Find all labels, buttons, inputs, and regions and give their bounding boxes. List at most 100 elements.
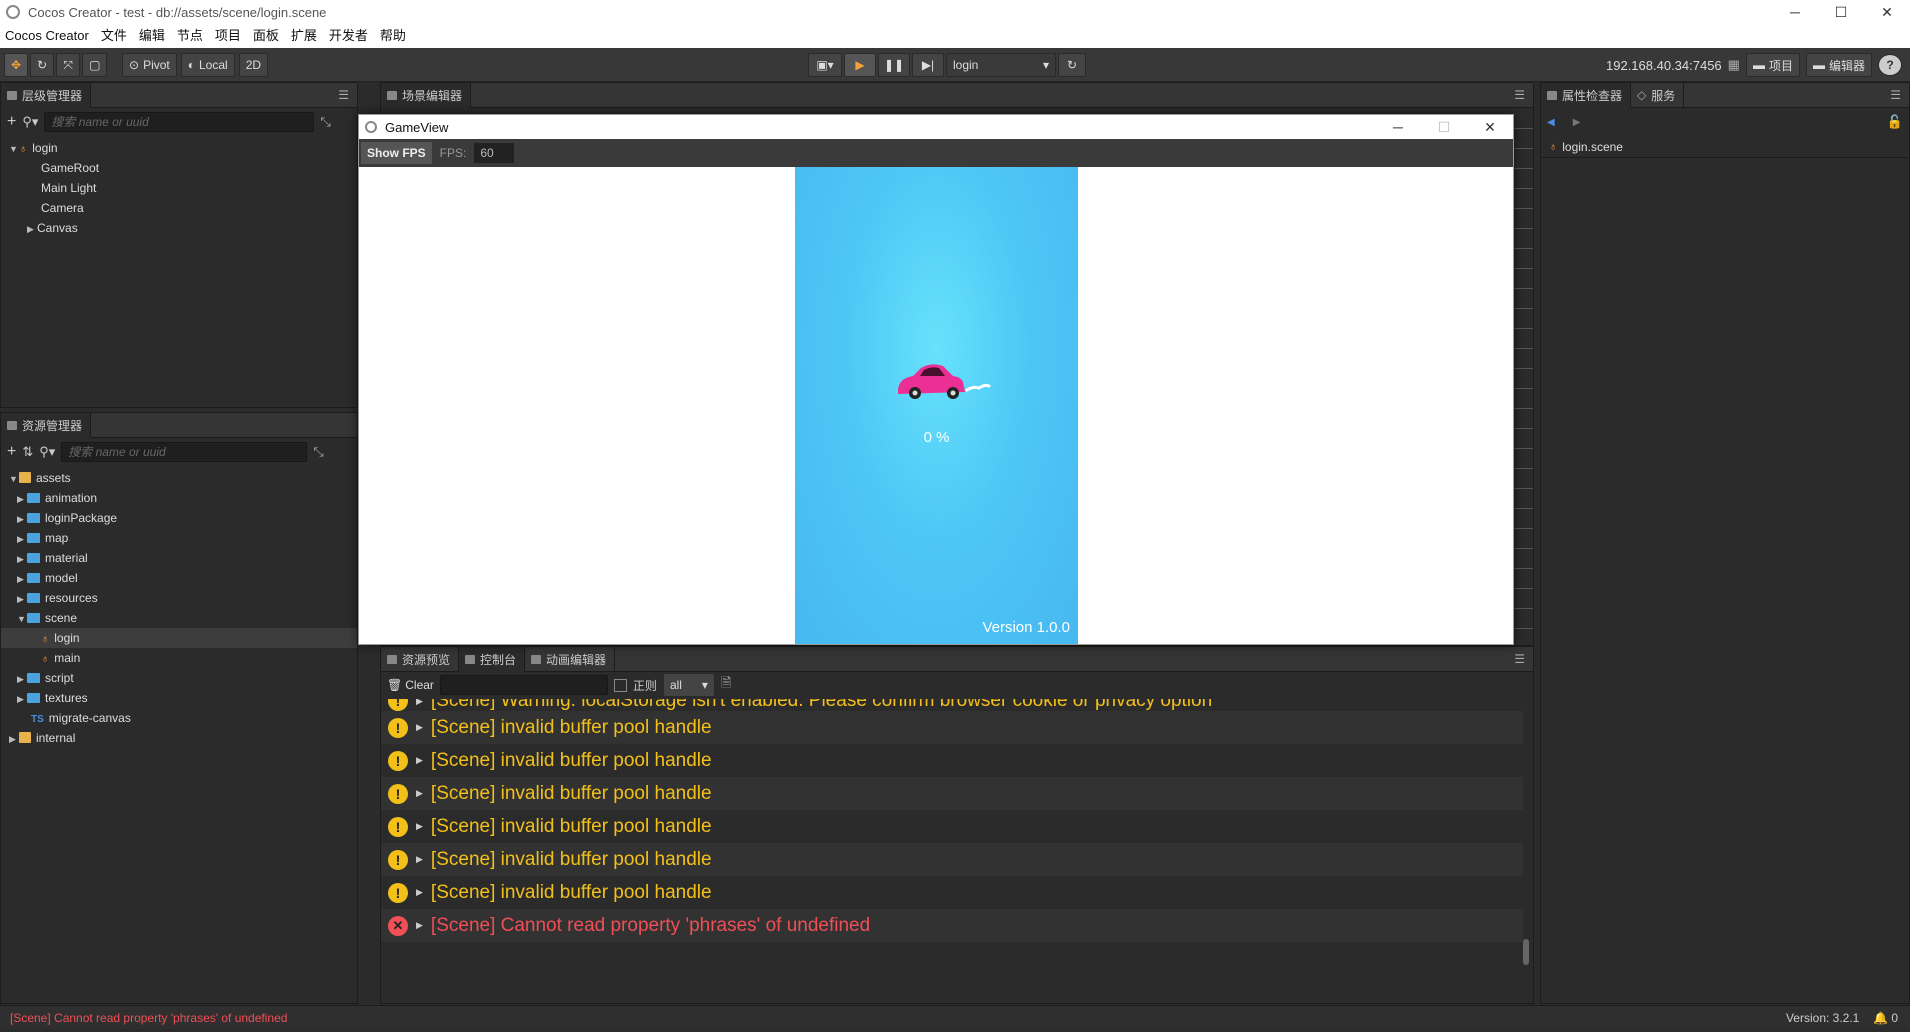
- panel-menu-icon[interactable]: ☰: [1514, 652, 1525, 666]
- tree-item-migrate-canvas[interactable]: TS migrate-canvas: [1, 708, 357, 728]
- tree-item-model[interactable]: ▶ model: [1, 568, 357, 588]
- scale-tool-button[interactable]: ⤧: [56, 53, 81, 77]
- tree-item-login[interactable]: ♁ login: [1, 628, 357, 648]
- expand-arrow-icon[interactable]: ▶: [17, 509, 27, 529]
- rect-tool-button[interactable]: ▢: [82, 53, 108, 77]
- gameview-maximize-button[interactable]: ☐: [1421, 115, 1467, 139]
- mode-2d-button[interactable]: 2D: [238, 53, 269, 77]
- log-level-select[interactable]: all ▾: [662, 673, 715, 697]
- tree-item-material[interactable]: ▶ material: [1, 548, 357, 568]
- expand-arrow-icon[interactable]: ▶: [416, 722, 423, 733]
- expand-arrow-icon[interactable]: ▶: [9, 729, 19, 749]
- log-row[interactable]: ✕ ▶ [Scene] Cannot read property 'phrases'…: [381, 909, 1523, 942]
- gameview-minimize-button[interactable]: ─: [1375, 115, 1421, 139]
- tab-hierarchy[interactable]: 层级管理器: [1, 82, 92, 108]
- assets-search-input[interactable]: 搜索 name or uuid: [61, 442, 308, 462]
- back-arrow-icon[interactable]: ◀: [1547, 117, 1555, 128]
- tree-item-script[interactable]: ▶ script: [1, 668, 357, 688]
- show-fps-button[interactable]: Show FPS: [361, 142, 432, 164]
- regex-checkbox[interactable]: [613, 678, 627, 692]
- pause-button[interactable]: ❚❚: [878, 53, 910, 77]
- menu-edit[interactable]: 编辑: [139, 24, 165, 48]
- expand-arrow-icon[interactable]: ▶: [416, 854, 423, 865]
- console-scrollbar[interactable]: [1523, 939, 1529, 965]
- menu-cocos-creator[interactable]: Cocos Creator: [5, 24, 89, 48]
- ip-address[interactable]: 192.168.40.34:7456: [1606, 58, 1722, 73]
- expand-arrow-icon[interactable]: ▼: [17, 609, 27, 629]
- log-row[interactable]: ! ▶ [Scene] invalid buffer pool handle: [381, 777, 1523, 810]
- expand-arrow-icon[interactable]: ▶: [17, 529, 27, 549]
- help-button[interactable]: ?: [1878, 54, 1902, 76]
- expand-arrow-icon[interactable]: ▶: [17, 489, 27, 509]
- expand-arrow-icon[interactable]: ▶: [416, 920, 423, 931]
- expand-arrow-icon[interactable]: ▼: [9, 469, 19, 489]
- panel-menu-icon[interactable]: ☰: [1514, 88, 1525, 102]
- add-node-icon[interactable]: +: [7, 113, 16, 131]
- tree-item-main[interactable]: ♁ main: [1, 648, 357, 668]
- hierarchy-search-input[interactable]: 搜索 name or uuid: [44, 112, 315, 132]
- move-tool-button[interactable]: ✥: [4, 53, 29, 77]
- add-asset-icon[interactable]: +: [7, 443, 16, 461]
- expand-arrow-icon[interactable]: ▶: [17, 689, 27, 709]
- console-filter-input[interactable]: [439, 675, 608, 695]
- pivot-button[interactable]: ⊙ Pivot: [122, 53, 177, 77]
- lock-icon[interactable]: 🔓: [1887, 114, 1903, 130]
- log-row[interactable]: ! ▶ [Scene] invalid buffer pool handle: [381, 744, 1523, 777]
- menu-extension[interactable]: 扩展: [291, 24, 317, 48]
- open-log-file-icon[interactable]: 🗎: [721, 674, 731, 696]
- tree-item-map[interactable]: ▶ map: [1, 528, 357, 548]
- tree-item-login-scene[interactable]: ▼♁ login: [1, 138, 357, 158]
- collapse-icon[interactable]: ⤡: [313, 444, 323, 460]
- menu-panel[interactable]: 面板: [253, 24, 279, 48]
- sort-icon[interactable]: ⇅: [22, 444, 33, 460]
- close-button[interactable]: ✕: [1864, 0, 1910, 24]
- play-button[interactable]: ▶: [844, 53, 876, 77]
- tree-item-gameroot[interactable]: GameRoot: [1, 158, 357, 178]
- tree-item-textures[interactable]: ▶ textures: [1, 688, 357, 708]
- expand-arrow-icon[interactable]: ▶: [17, 589, 27, 609]
- log-row[interactable]: ! ▶ [Scene] Warning: localStorage isn't en…: [381, 699, 1523, 711]
- menu-file[interactable]: 文件: [101, 24, 127, 48]
- forward-arrow-icon[interactable]: ▶: [1573, 117, 1581, 128]
- expand-arrow-icon[interactable]: ▶: [17, 569, 27, 589]
- open-editor-button[interactable]: ▬ 编辑器: [1805, 53, 1872, 77]
- tab-service[interactable]: ◇ 服务: [1631, 82, 1685, 108]
- minimize-button[interactable]: ─: [1772, 0, 1818, 24]
- tree-item-camera[interactable]: Camera: [1, 198, 357, 218]
- panel-menu-icon[interactable]: ☰: [1890, 88, 1901, 102]
- expand-arrow-icon[interactable]: ▶: [416, 887, 423, 898]
- scene-select[interactable]: login ▾: [946, 53, 1056, 77]
- log-row[interactable]: ! ▶ [Scene] invalid buffer pool handle: [381, 876, 1523, 909]
- search-icon[interactable]: ⚲▾: [39, 444, 55, 460]
- expand-arrow-icon[interactable]: ▶: [416, 788, 423, 799]
- expand-arrow-icon[interactable]: ▶: [416, 699, 423, 707]
- maximize-button[interactable]: ☐: [1818, 0, 1864, 24]
- preview-platform-button[interactable]: ▣▾: [808, 53, 842, 77]
- menu-node[interactable]: 节点: [177, 24, 203, 48]
- log-row[interactable]: ! ▶ [Scene] invalid buffer pool handle: [381, 843, 1523, 876]
- open-project-button[interactable]: ▬ 项目: [1745, 53, 1800, 77]
- clear-button[interactable]: 🗑 Clear: [387, 678, 434, 692]
- tree-item-canvas[interactable]: ▶ Canvas: [1, 218, 357, 238]
- tree-item-scene[interactable]: ▼ scene: [1, 608, 357, 628]
- tree-item-main-light[interactable]: Main Light: [1, 178, 357, 198]
- refresh-button[interactable]: ↻: [1058, 53, 1086, 77]
- expand-arrow-icon[interactable]: ▶: [17, 669, 27, 689]
- tree-item-internal[interactable]: ▶ internal: [1, 728, 357, 748]
- log-row[interactable]: ! ▶ [Scene] invalid buffer pool handle: [381, 711, 1523, 744]
- tree-item-assets[interactable]: ▼ assets: [1, 468, 357, 488]
- gameview-close-button[interactable]: ✕: [1467, 115, 1513, 139]
- step-button[interactable]: ▶|: [912, 53, 944, 77]
- rotate-tool-button[interactable]: ↻: [30, 53, 55, 77]
- expand-arrow-icon[interactable]: ▼: [9, 139, 19, 159]
- menu-project[interactable]: 项目: [215, 24, 241, 48]
- tree-item-loginpackage[interactable]: ▶ loginPackage: [1, 508, 357, 528]
- tab-scene-editor[interactable]: 场景编辑器: [381, 82, 472, 108]
- search-icon[interactable]: ⚲▾: [22, 114, 38, 130]
- local-button[interactable]: ◐ Local: [180, 53, 235, 77]
- collapse-icon[interactable]: ⤡: [320, 114, 330, 130]
- tab-inspector[interactable]: 属性检查器: [1541, 82, 1632, 108]
- qrcode-icon[interactable]: ▦: [1728, 57, 1740, 73]
- expand-arrow-icon[interactable]: ▶: [416, 821, 423, 832]
- tab-asset-preview[interactable]: 资源预览: [381, 646, 460, 672]
